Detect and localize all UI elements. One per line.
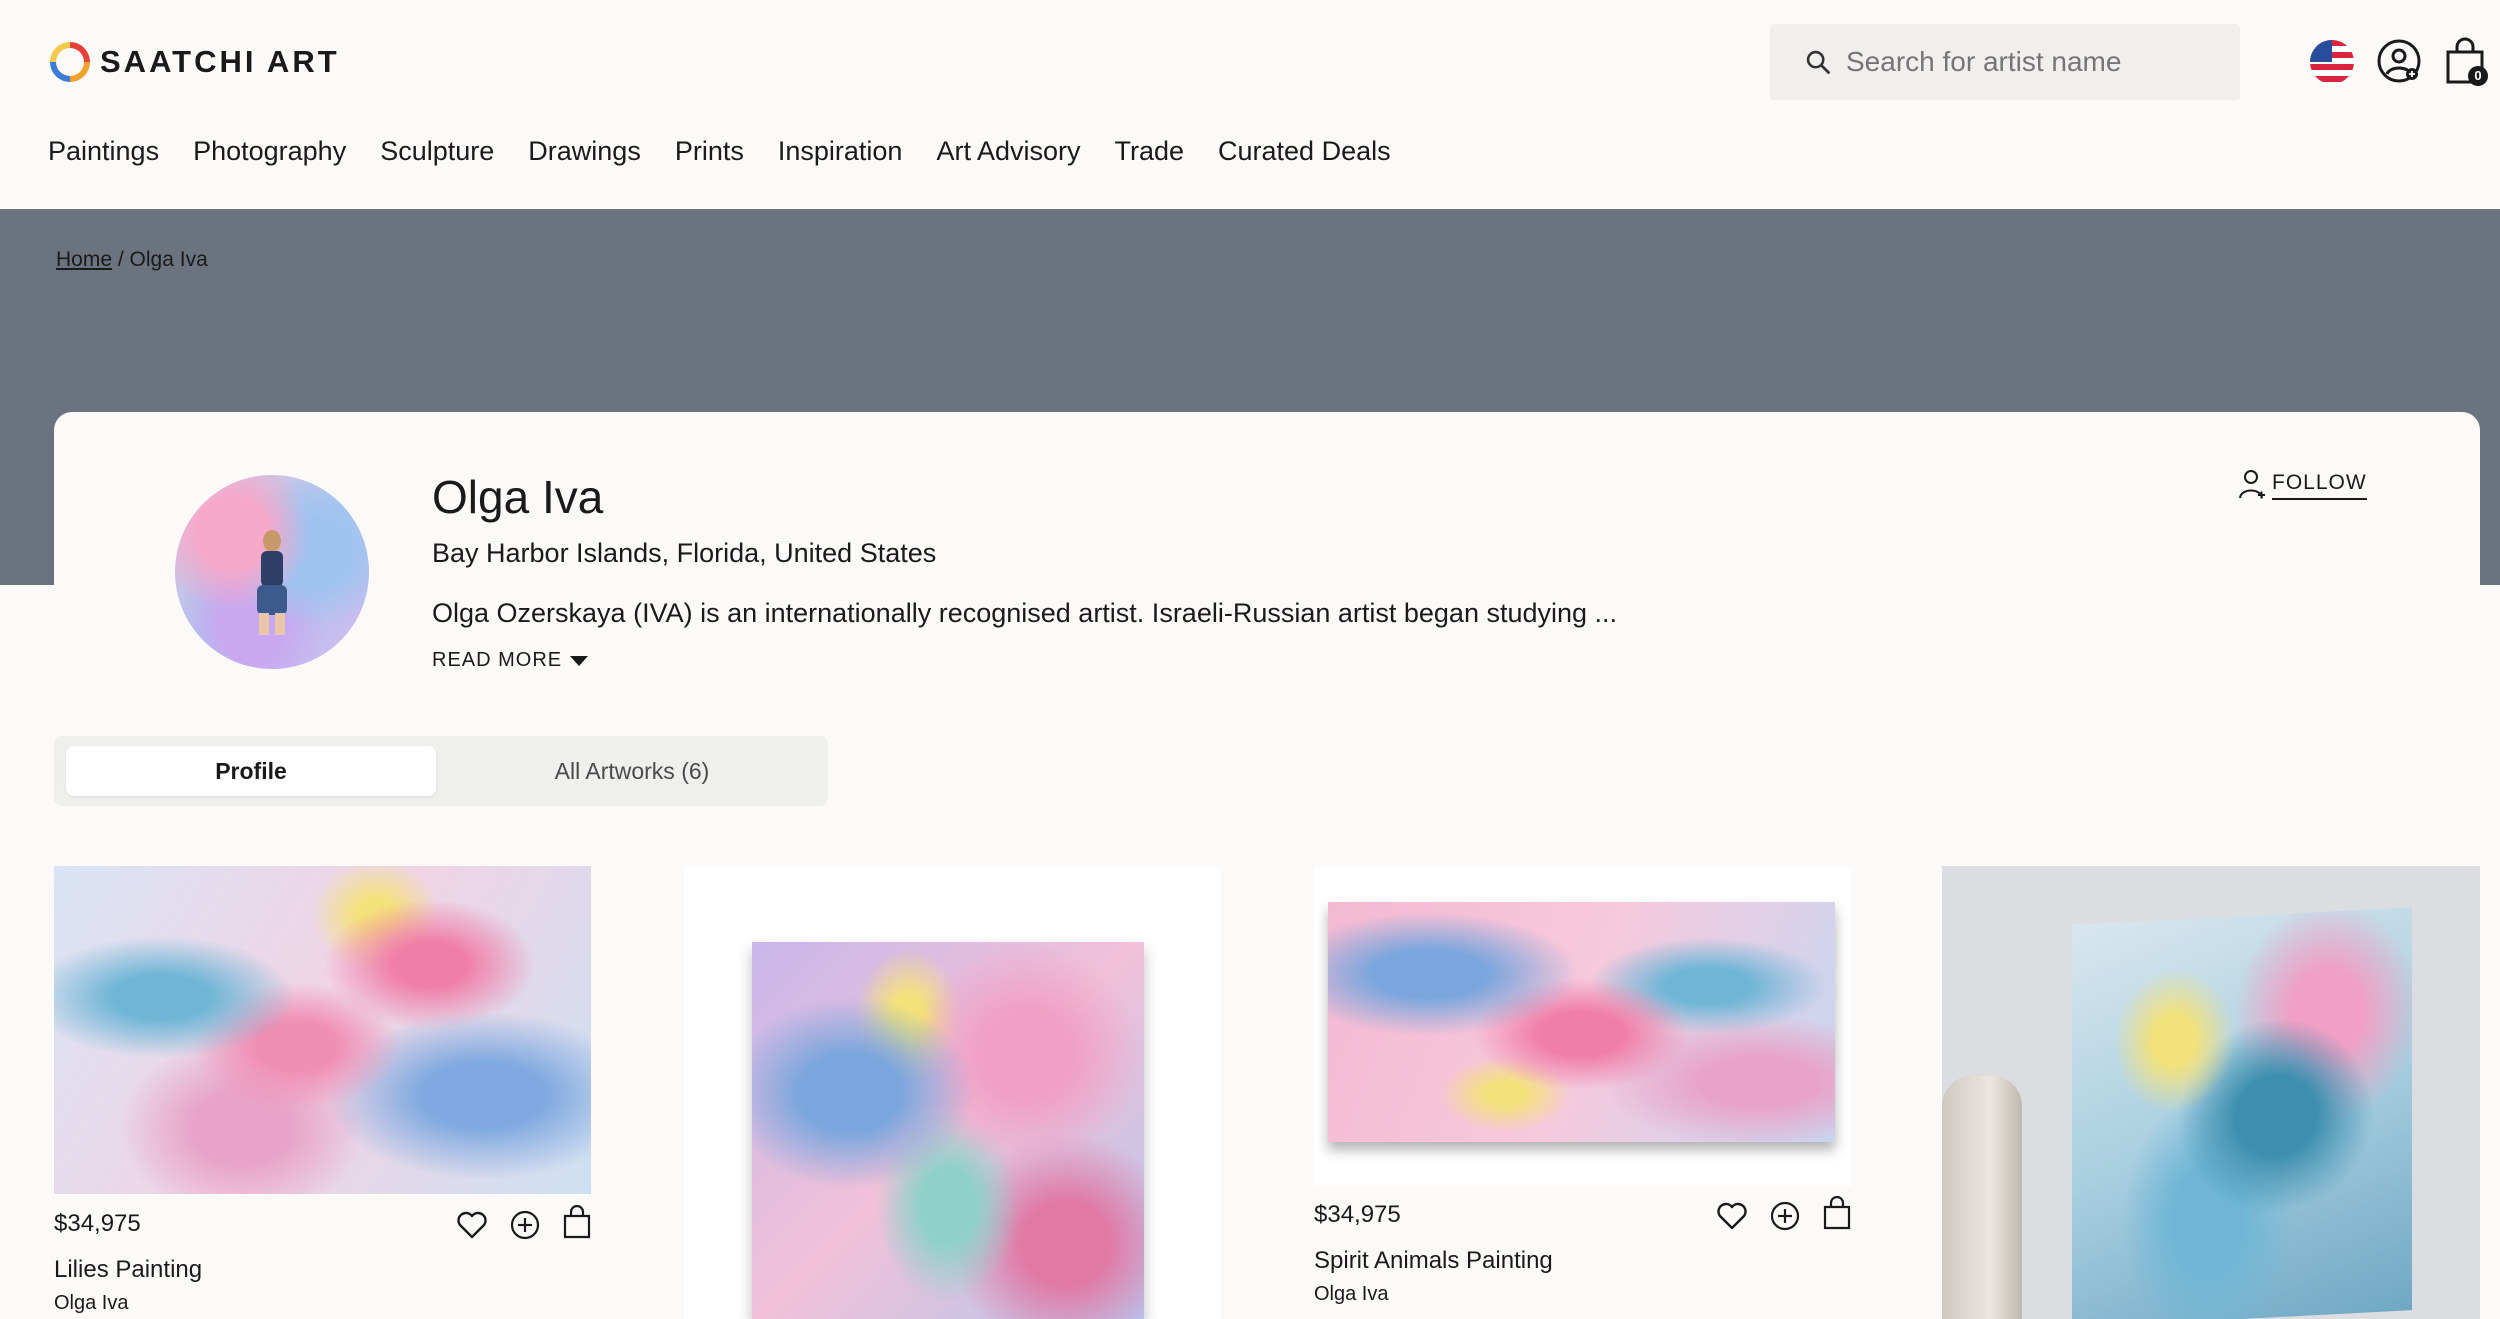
artwork-title[interactable]: Lilies Painting — [54, 1256, 202, 1284]
nav-inspiration[interactable]: Inspiration — [778, 136, 903, 167]
us-flag-icon[interactable] — [2310, 40, 2354, 84]
cart-count-badge: 0 — [2468, 66, 2488, 86]
artist-name: Olga Iva — [432, 471, 604, 523]
brand-name: SAATCHI ART — [100, 44, 340, 79]
artist-bio: Olga Ozerskaya (IVA) is an international… — [432, 598, 1618, 628]
artwork-image[interactable] — [752, 942, 1144, 1319]
read-more-button[interactable]: READ MORE — [432, 649, 589, 672]
nav-prints[interactable]: Prints — [675, 136, 744, 167]
artwork-price: $34,975 — [54, 1210, 141, 1237]
profile-card — [54, 412, 2480, 712]
logo-mark-icon — [50, 42, 90, 82]
sculpture-decor — [1942, 1076, 2022, 1319]
artist-location: Bay Harbor Islands, Florida, United Stat… — [432, 538, 937, 568]
saatchi-logo[interactable]: SAATCHI ART — [50, 40, 340, 84]
breadcrumb-separator: / — [112, 248, 130, 271]
search-bar[interactable] — [1770, 24, 2240, 100]
tab-all-artworks[interactable]: All Artworks (6) — [446, 746, 818, 796]
artwork-artist[interactable]: Olga Iva — [1314, 1283, 1388, 1306]
heart-icon[interactable] — [1715, 1199, 1749, 1233]
artwork-image-spirit-animals[interactable] — [1328, 902, 1835, 1142]
heart-icon[interactable] — [455, 1208, 489, 1242]
search-input[interactable] — [1846, 38, 2226, 86]
artwork-title[interactable]: Spirit Animals Painting — [1314, 1247, 1553, 1275]
tab-profile[interactable]: Profile — [66, 746, 436, 796]
breadcrumb-current: Olga Iva — [129, 248, 208, 271]
artwork-price: $34,975 — [1314, 1201, 1401, 1228]
nav-trade[interactable]: Trade — [1114, 136, 1184, 167]
breadcrumb-home[interactable]: Home — [56, 248, 112, 271]
read-more-label: READ MORE — [432, 649, 563, 671]
nav-paintings[interactable]: Paintings — [48, 136, 159, 167]
artwork-image[interactable] — [2072, 907, 2412, 1319]
artwork-artist[interactable]: Olga Iva — [54, 1292, 128, 1315]
breadcrumb: Home / Olga Iva — [56, 248, 208, 272]
add-to-collection-icon[interactable] — [508, 1208, 542, 1242]
caret-down-icon — [570, 655, 589, 666]
nav-sculpture[interactable]: Sculpture — [380, 136, 494, 167]
follow-user-icon — [2239, 470, 2265, 499]
follow-label: FOLLOW — [2272, 471, 2367, 500]
artist-avatar — [175, 475, 369, 669]
main-nav: Paintings Photography Sculpture Drawings… — [48, 136, 1425, 167]
nav-drawings[interactable]: Drawings — [528, 136, 641, 167]
add-to-collection-icon[interactable] — [1768, 1199, 1802, 1233]
site-header: SAATCHI ART 0 Paintings Photography Scul… — [0, 0, 2500, 209]
search-icon — [1806, 50, 1830, 74]
profile-tabs: Profile All Artworks (6) — [54, 736, 828, 806]
nav-photography[interactable]: Photography — [193, 136, 346, 167]
follow-button[interactable]: FOLLOW — [2238, 468, 2367, 502]
shopping-bag-icon[interactable] — [560, 1205, 594, 1239]
nav-art-advisory[interactable]: Art Advisory — [936, 136, 1080, 167]
nav-curated-deals[interactable]: Curated Deals — [1218, 136, 1391, 167]
artwork-image-lilies[interactable] — [54, 866, 591, 1194]
shopping-bag-icon[interactable] — [1820, 1196, 1854, 1230]
account-icon[interactable] — [2376, 38, 2422, 84]
artist-photo-figure — [257, 530, 287, 635]
